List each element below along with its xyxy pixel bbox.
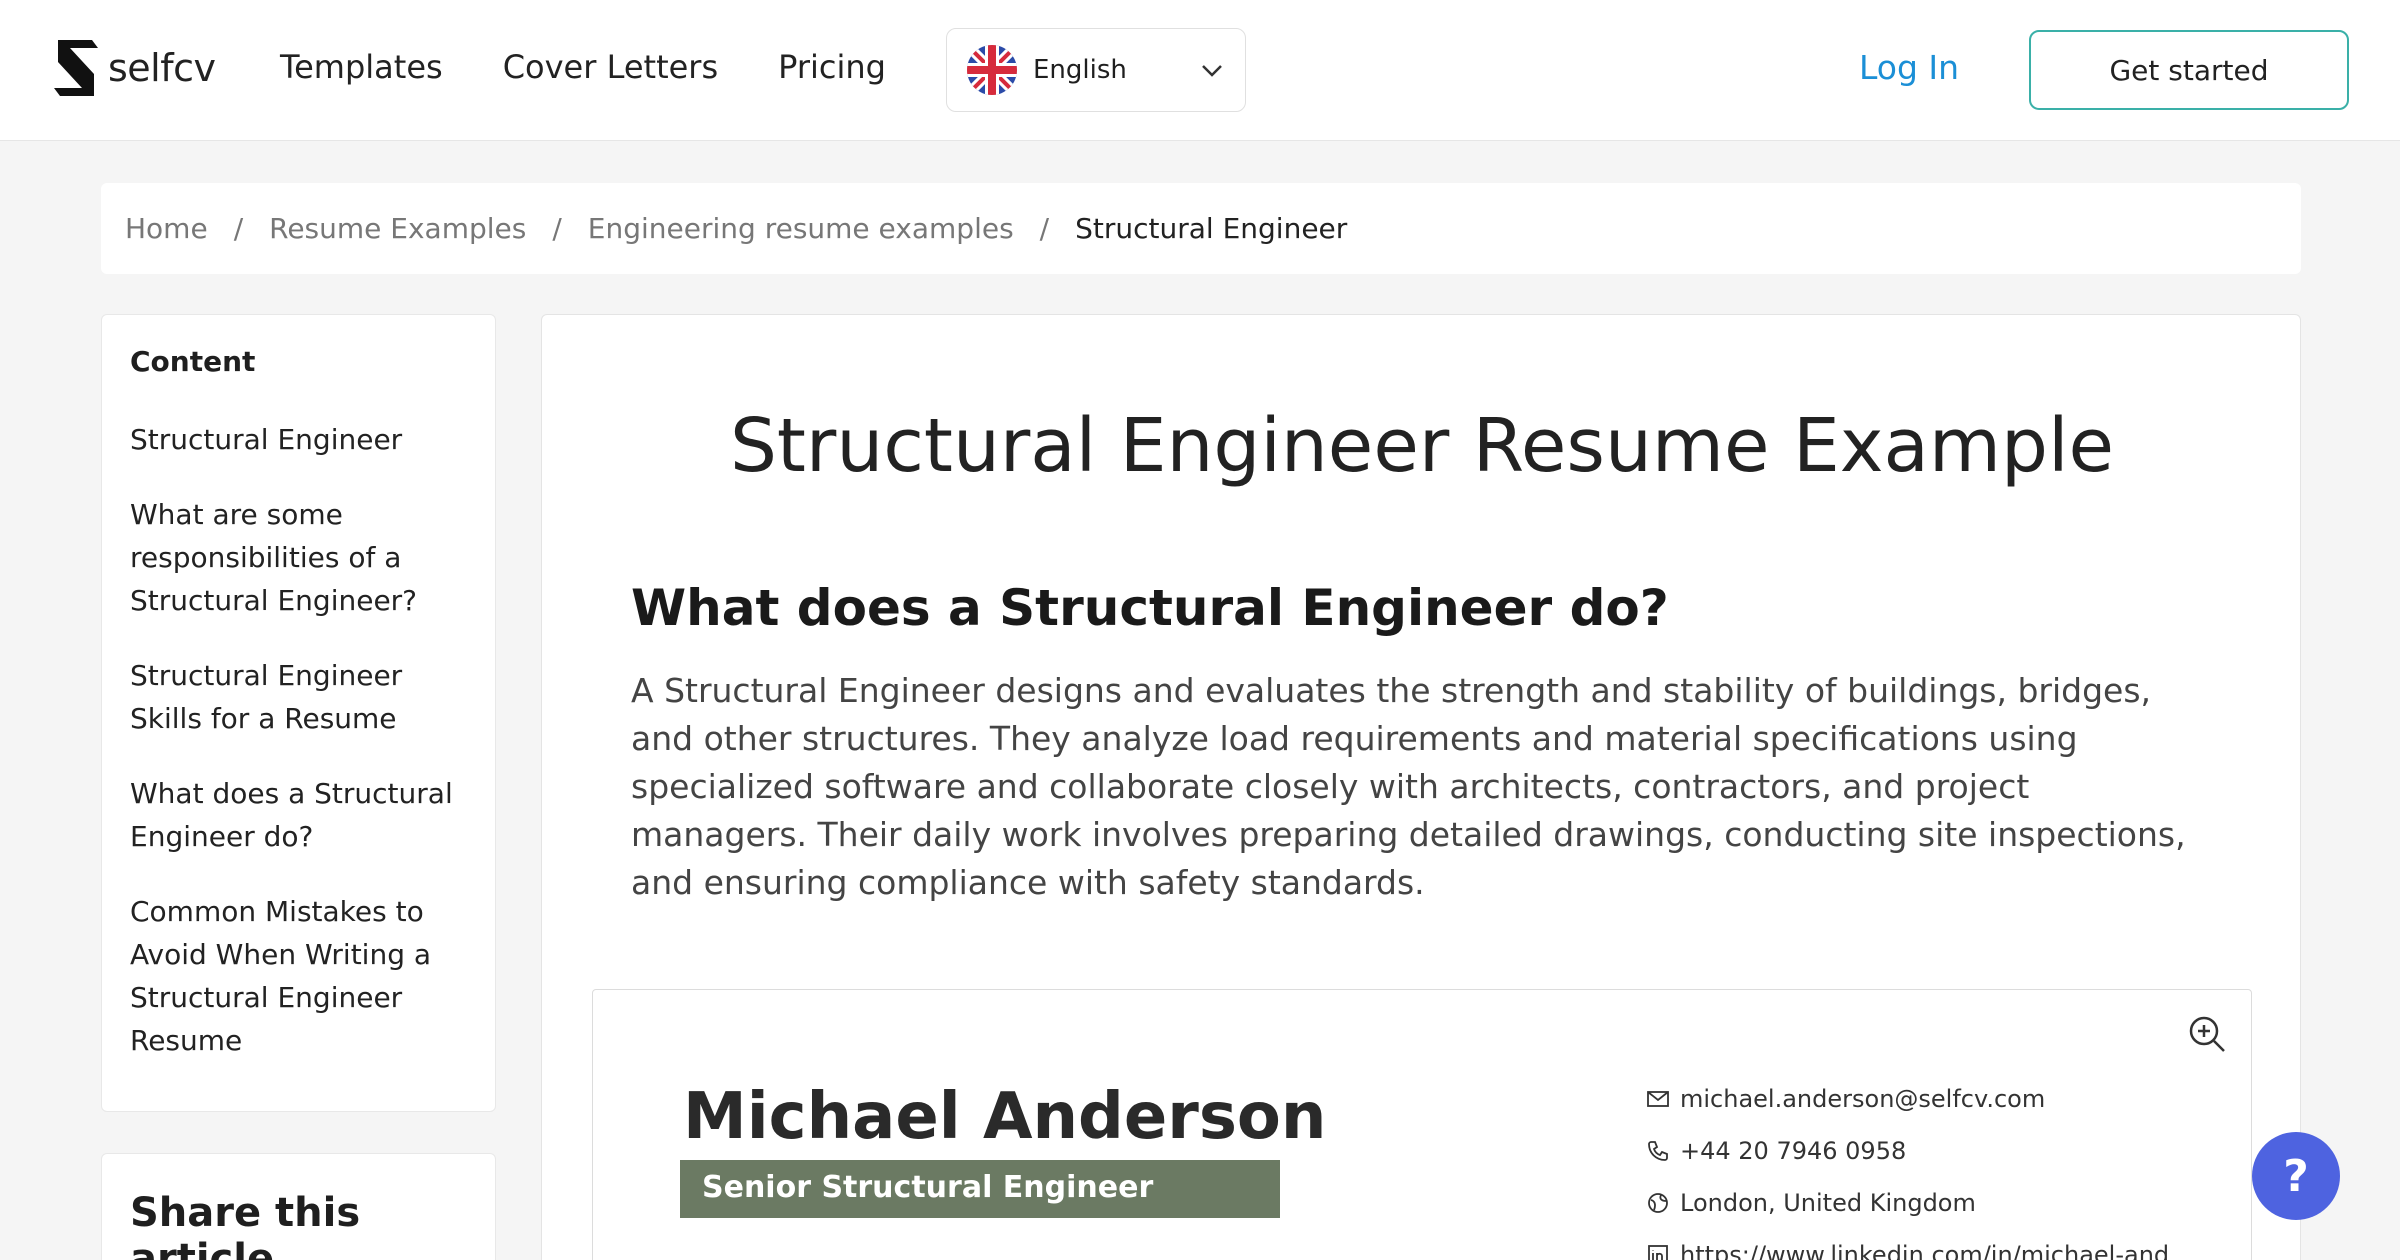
toc-item[interactable]: Structural Engineer Skills for a Resume — [130, 654, 467, 740]
article-card: Structural Engineer Resume Example What … — [541, 314, 2301, 1260]
toc-item[interactable]: What are some responsibilities of a Stru… — [130, 493, 467, 622]
toc-item[interactable]: Structural Engineer — [130, 418, 467, 461]
breadcrumb-separator: / — [1039, 212, 1050, 245]
logo[interactable]: selfcv — [52, 38, 216, 98]
breadcrumb-current: Structural Engineer — [1075, 212, 1348, 245]
nav-templates[interactable]: Templates — [280, 48, 443, 86]
mail-icon — [1647, 1091, 1669, 1107]
language-select[interactable]: English — [946, 28, 1246, 112]
help-button[interactable]: ? — [2252, 1132, 2340, 1220]
selfcv-logo-icon — [54, 40, 98, 96]
linkedin-icon — [1648, 1245, 1668, 1260]
breadcrumb-resume-examples[interactable]: Resume Examples — [269, 212, 526, 245]
toc-item[interactable]: Common Mistakes to Avoid When Writing a … — [130, 890, 467, 1062]
login-link[interactable]: Log In — [1859, 48, 1959, 87]
resume-phone: +44 20 7946 0958 — [1646, 1136, 2169, 1166]
toc-item[interactable]: What does a Structural Engineer do? — [130, 772, 467, 858]
resume-title-band: Senior Structural Engineer — [680, 1160, 1280, 1218]
zoom-in-icon[interactable] — [2187, 1014, 2227, 1054]
resume-location: London, United Kingdom — [1646, 1188, 2169, 1218]
language-label: English — [1033, 55, 1127, 85]
table-of-contents: Content Structural Engineer What are som… — [101, 314, 496, 1112]
resume-name: Michael Anderson — [683, 1080, 1327, 1154]
globe-icon — [1648, 1193, 1668, 1213]
main-nav: Templates Cover Letters Pricing — [280, 48, 886, 86]
breadcrumb: Home / Resume Examples / Engineering res… — [101, 183, 2301, 274]
site-header: selfcv Templates Cover Letters Pricing E… — [0, 0, 2400, 141]
resume-preview[interactable]: Michael Anderson Senior Structural Engin… — [592, 989, 2252, 1260]
resume-contacts: michael.anderson@selfcv.com +44 20 7946 … — [1646, 1084, 2169, 1260]
get-started-button[interactable]: Get started — [2029, 30, 2349, 110]
breadcrumb-home[interactable]: Home — [125, 212, 208, 245]
phone-icon — [1648, 1141, 1668, 1161]
breadcrumb-separator: / — [552, 212, 562, 245]
breadcrumb-engineering[interactable]: Engineering resume examples — [588, 212, 1014, 245]
logo-text: selfcv — [108, 46, 216, 90]
breadcrumb-separator: / — [233, 212, 244, 245]
section-heading: What does a Structural Engineer do? — [631, 579, 1669, 637]
section-paragraph: A Structural Engineer designs and evalua… — [631, 671, 2186, 902]
toc-title: Content — [130, 345, 256, 378]
nav-cover-letters[interactable]: Cover Letters — [503, 48, 718, 86]
page-title: Structural Engineer Resume Example — [729, 403, 2115, 489]
resume-email: michael.anderson@selfcv.com — [1646, 1084, 2169, 1114]
nav-pricing[interactable]: Pricing — [778, 48, 886, 86]
chevron-down-icon — [1202, 65, 1222, 77]
resume-linkedin: https://www.linkedin.com/in/michael-and — [1646, 1240, 2169, 1260]
uk-flag-icon — [967, 45, 1017, 95]
share-title: Share this article — [130, 1190, 361, 1260]
share-panel: Share this article — [101, 1153, 496, 1260]
